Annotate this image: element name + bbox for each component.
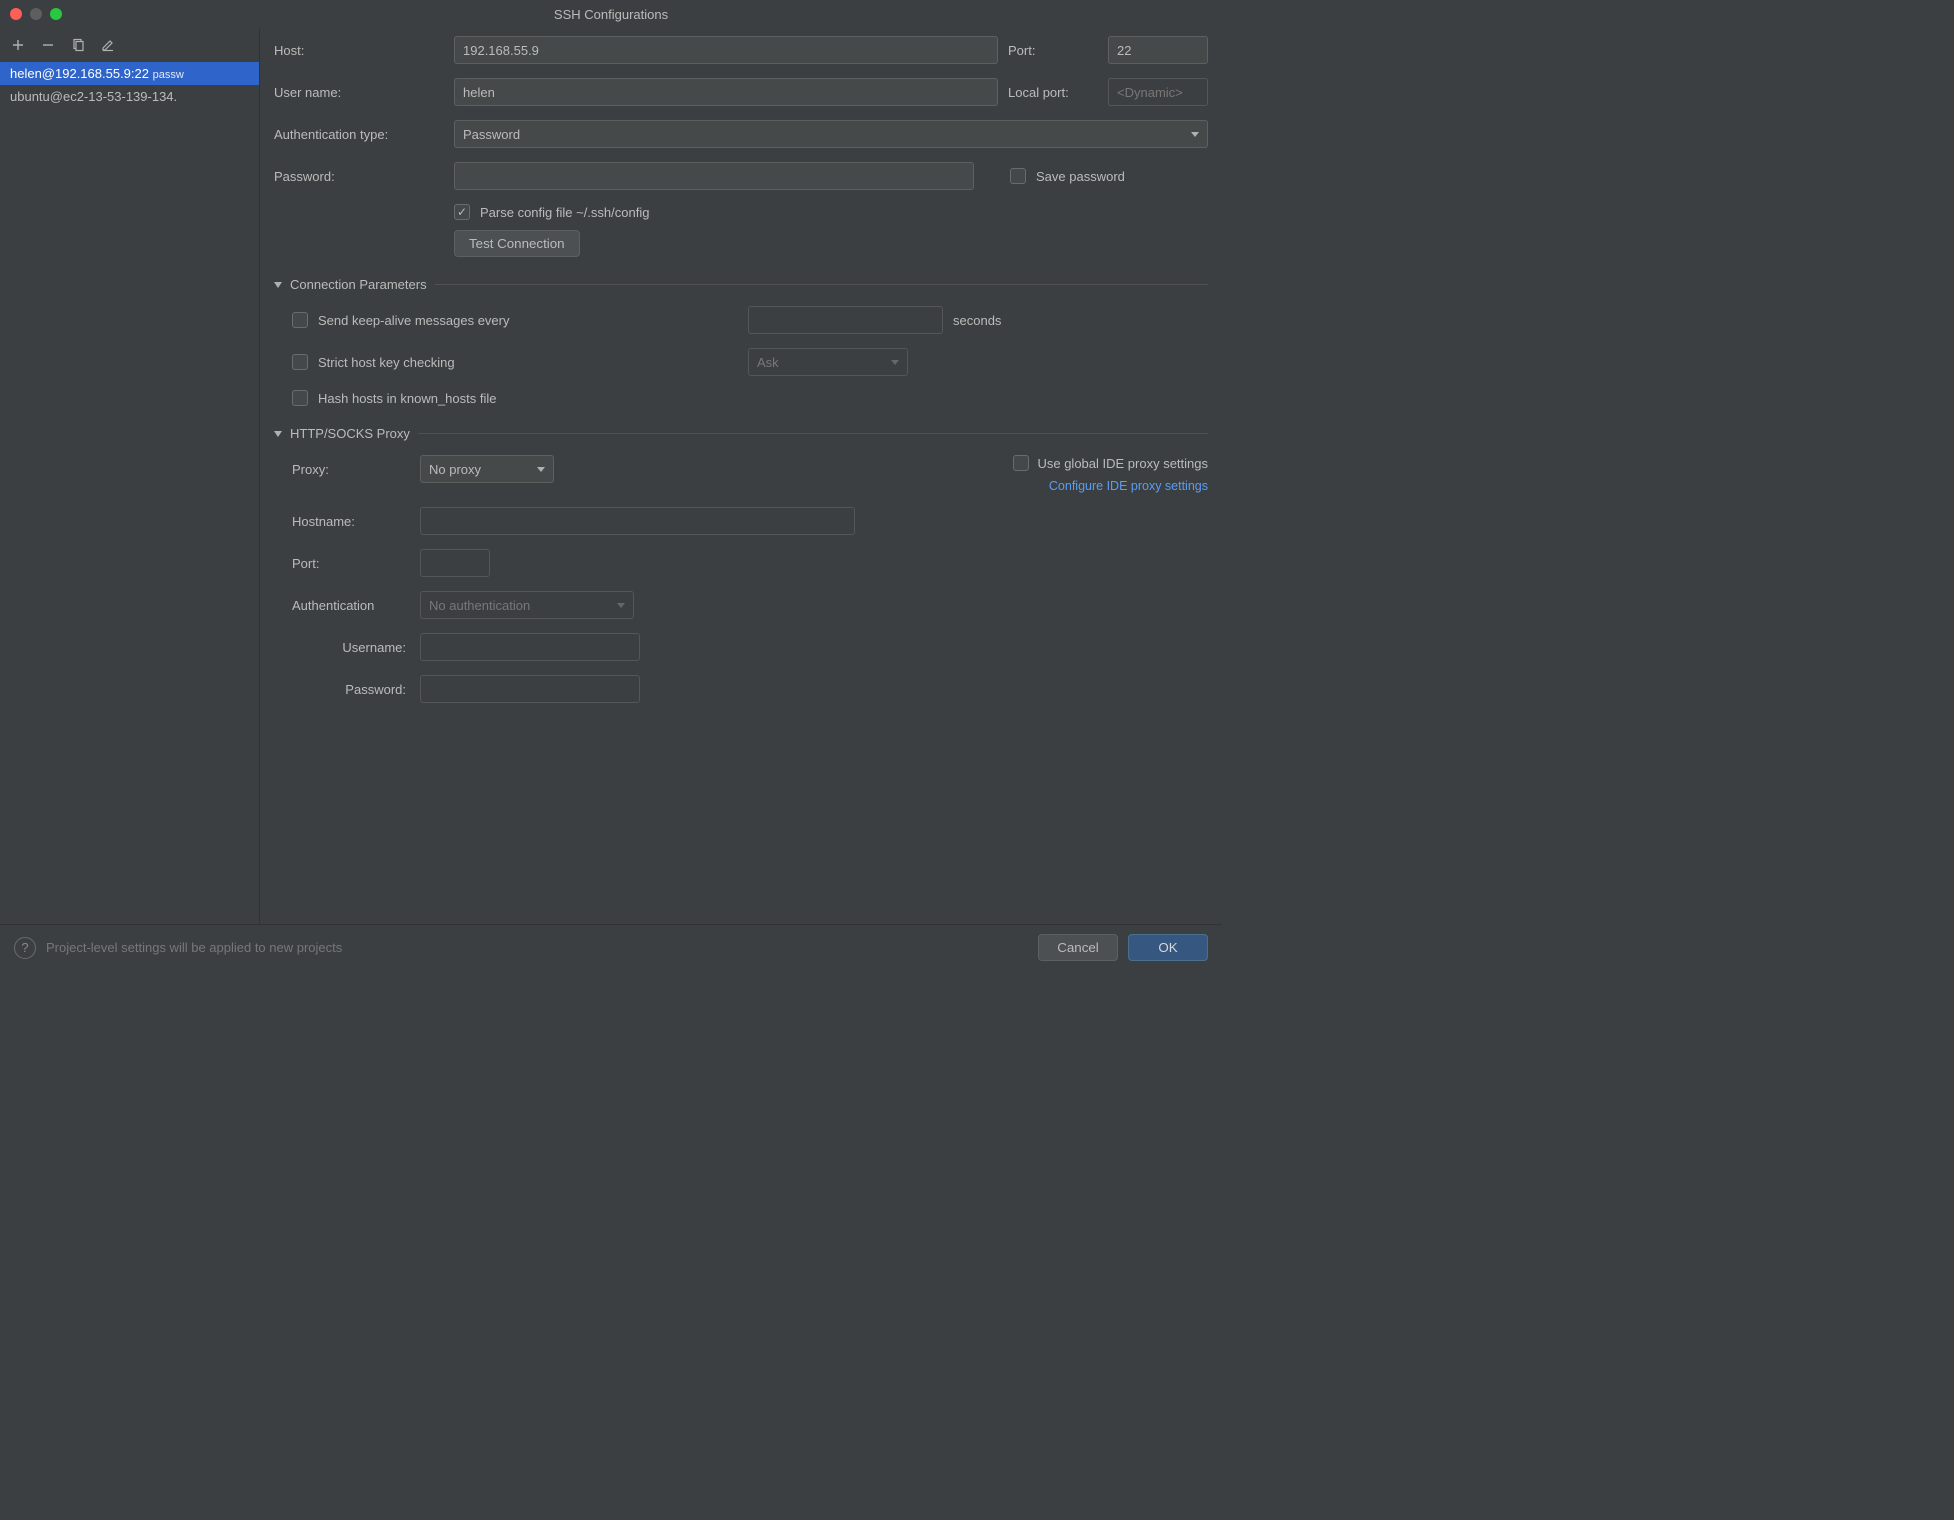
chevron-down-icon <box>891 360 899 365</box>
username-label: User name: <box>274 85 444 100</box>
maximize-icon[interactable] <box>50 8 62 20</box>
password-label: Password: <box>274 169 444 184</box>
keep-alive-input[interactable] <box>748 306 943 334</box>
auth-type-label: Authentication type: <box>274 127 444 142</box>
proxy-select[interactable]: No proxy <box>420 455 554 483</box>
auth-type-select[interactable]: Password <box>454 120 1208 148</box>
port-input[interactable] <box>1108 36 1208 64</box>
hash-hosts-label: Hash hosts in known_hosts file <box>318 391 496 406</box>
footer-hint: Project-level settings will be applied t… <box>46 940 1028 955</box>
chevron-down-icon <box>537 467 545 472</box>
proxy-port-input[interactable] <box>420 549 490 577</box>
proxy-auth-label: Authentication <box>292 598 410 613</box>
use-global-proxy-label: Use global IDE proxy settings <box>1037 456 1208 471</box>
save-password-checkbox[interactable] <box>1010 168 1026 184</box>
strict-host-label: Strict host key checking <box>318 355 738 370</box>
host-input[interactable] <box>454 36 998 64</box>
config-item[interactable]: helen@192.168.55.9:22 passw <box>0 62 259 85</box>
config-item[interactable]: ubuntu@ec2-13-53-139-134. <box>0 85 259 108</box>
edit-icon[interactable] <box>100 37 116 53</box>
help-icon[interactable]: ? <box>14 937 36 959</box>
test-connection-button[interactable]: Test Connection <box>454 230 580 257</box>
close-icon[interactable] <box>10 8 22 20</box>
main-panel: Host: Port: User name: Local port: <Dyna… <box>260 28 1222 924</box>
proxy-label: Proxy: <box>292 462 410 477</box>
chevron-down-icon <box>274 282 282 288</box>
add-icon[interactable] <box>10 37 26 53</box>
sidebar-toolbar <box>0 28 259 62</box>
seconds-label: seconds <box>953 313 1001 328</box>
chevron-down-icon <box>1191 132 1199 137</box>
save-password-label: Save password <box>1036 169 1125 184</box>
proxy-port-label: Port: <box>292 556 410 571</box>
minimize-icon[interactable] <box>30 8 42 20</box>
proxy-auth-select[interactable]: No authentication <box>420 591 634 619</box>
cancel-button[interactable]: Cancel <box>1038 934 1118 961</box>
host-label: Host: <box>274 43 444 58</box>
config-item-label: ubuntu@ec2-13-53-139-134. <box>10 89 177 104</box>
ok-button[interactable]: OK <box>1128 934 1208 961</box>
use-global-proxy-checkbox[interactable] <box>1013 455 1029 471</box>
remove-icon[interactable] <box>40 37 56 53</box>
local-port-label: Local port: <box>1008 85 1098 100</box>
proxy-hostname-input[interactable] <box>420 507 855 535</box>
footer: ? Project-level settings will be applied… <box>0 924 1222 970</box>
config-item-label: helen@192.168.55.9:22 <box>10 66 149 81</box>
keep-alive-checkbox[interactable] <box>292 312 308 328</box>
parse-config-label: Parse config file ~/.ssh/config <box>480 205 649 220</box>
chevron-down-icon <box>617 603 625 608</box>
local-port-input: <Dynamic> <box>1108 78 1208 106</box>
window-controls <box>10 8 62 20</box>
proxy-password-label: Password: <box>292 682 410 697</box>
section-proxy[interactable]: HTTP/SOCKS Proxy <box>274 426 1208 441</box>
username-input[interactable] <box>454 78 998 106</box>
chevron-down-icon <box>274 431 282 437</box>
strict-host-checkbox[interactable] <box>292 354 308 370</box>
proxy-username-input[interactable] <box>420 633 640 661</box>
window-title: SSH Configurations <box>554 7 668 22</box>
copy-icon[interactable] <box>70 37 86 53</box>
proxy-password-input[interactable] <box>420 675 640 703</box>
parse-config-checkbox[interactable] <box>454 204 470 220</box>
config-item-suffix: passw <box>153 69 184 81</box>
section-connection-params[interactable]: Connection Parameters <box>274 277 1208 292</box>
password-input[interactable] <box>454 162 974 190</box>
strict-host-select[interactable]: Ask <box>748 348 908 376</box>
sidebar: helen@192.168.55.9:22 passw ubuntu@ec2-1… <box>0 28 260 924</box>
titlebar: SSH Configurations <box>0 0 1222 28</box>
configure-proxy-link[interactable]: Configure IDE proxy settings <box>1013 479 1208 493</box>
port-label: Port: <box>1008 43 1098 58</box>
proxy-hostname-label: Hostname: <box>292 514 410 529</box>
keep-alive-label: Send keep-alive messages every <box>318 313 738 328</box>
config-list: helen@192.168.55.9:22 passw ubuntu@ec2-1… <box>0 62 259 924</box>
hash-hosts-checkbox[interactable] <box>292 390 308 406</box>
proxy-username-label: Username: <box>292 640 410 655</box>
